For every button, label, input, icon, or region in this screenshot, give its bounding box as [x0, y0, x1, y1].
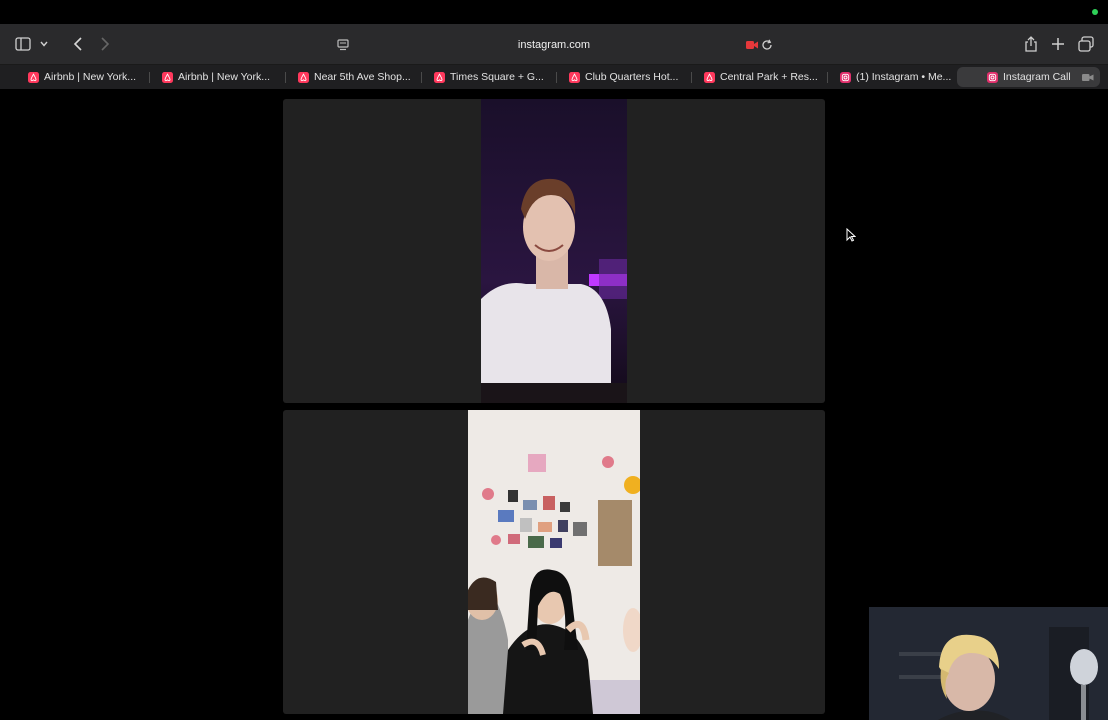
- tab-8[interactable]: Instagram Call: [957, 67, 1100, 87]
- instagram-call-view: [0, 89, 1108, 720]
- tab-5[interactable]: Club Quarters Hot...: [569, 67, 689, 87]
- instagram-icon: [987, 71, 998, 83]
- plus-icon: [1052, 38, 1064, 50]
- video-call-icon: [1082, 74, 1094, 81]
- tab-separator: [556, 72, 557, 83]
- chevron-right-icon: [101, 37, 110, 51]
- airbnb-icon: [434, 71, 445, 83]
- self-view-video[interactable]: [869, 607, 1108, 720]
- address-bar[interactable]: instagram.com: [330, 33, 778, 57]
- tab-label: Times Square + G...: [450, 71, 544, 83]
- reload-icon: [762, 39, 772, 50]
- participant-tile-1[interactable]: [283, 99, 825, 403]
- tab-separator: [285, 72, 286, 83]
- airbnb-icon: [704, 71, 715, 83]
- tab-label: Airbnb | New York...: [44, 71, 137, 83]
- participant-video-2: [468, 410, 640, 714]
- forward-button[interactable]: [95, 34, 115, 54]
- tab-overview-icon: [1078, 36, 1094, 52]
- tab-label: Central Park + Res...: [720, 71, 818, 83]
- page-settings-icon[interactable]: [336, 38, 350, 52]
- airbnb-icon: [28, 71, 39, 83]
- airbnb-icon: [298, 71, 309, 83]
- tab-separator: [149, 72, 150, 83]
- tab-7[interactable]: (1) Instagram • Me...: [840, 67, 955, 87]
- camera-recording-icon[interactable]: [746, 40, 758, 50]
- camera-indicator-icon: [1092, 9, 1098, 15]
- address-url: instagram.com: [517, 39, 591, 51]
- new-tab-button[interactable]: [1048, 34, 1068, 54]
- tab-2[interactable]: Airbnb | New York...: [162, 67, 280, 87]
- system-menu-bar: [0, 0, 1108, 24]
- tab-label: (1) Instagram • Me...: [856, 71, 952, 83]
- sidebar-toggle-button[interactable]: [12, 34, 52, 54]
- back-button[interactable]: [68, 34, 88, 54]
- tab-6[interactable]: Central Park + Res...: [704, 67, 824, 87]
- tab-1[interactable]: Airbnb | New York...: [28, 67, 146, 87]
- airbnb-icon: [569, 71, 580, 83]
- tab-overview-button[interactable]: [1075, 34, 1097, 54]
- tab-label: Club Quarters Hot...: [585, 71, 679, 83]
- chevron-left-icon: [73, 37, 82, 51]
- tab-bar: Airbnb | New York... Airbnb | New York...…: [0, 65, 1108, 89]
- tab-separator: [421, 72, 422, 83]
- mouse-cursor-icon: [846, 228, 856, 242]
- tab-3[interactable]: Near 5th Ave Shop...: [298, 67, 418, 87]
- participant-video-1: [481, 99, 627, 403]
- tab-label: Instagram Call: [1003, 71, 1071, 83]
- tab-separator: [827, 72, 828, 83]
- instagram-icon: [840, 71, 851, 83]
- share-icon: [1025, 36, 1037, 52]
- tab-label: Near 5th Ave Shop...: [314, 71, 411, 83]
- tab-label: Airbnb | New York...: [178, 71, 271, 83]
- reload-button[interactable]: [759, 37, 775, 53]
- tab-4[interactable]: Times Square + G...: [434, 67, 554, 87]
- sidebar-icon: [15, 37, 48, 51]
- participant-tile-2[interactable]: [283, 410, 825, 714]
- airbnb-icon: [162, 71, 173, 83]
- share-button[interactable]: [1021, 34, 1041, 54]
- tab-separator: [691, 72, 692, 83]
